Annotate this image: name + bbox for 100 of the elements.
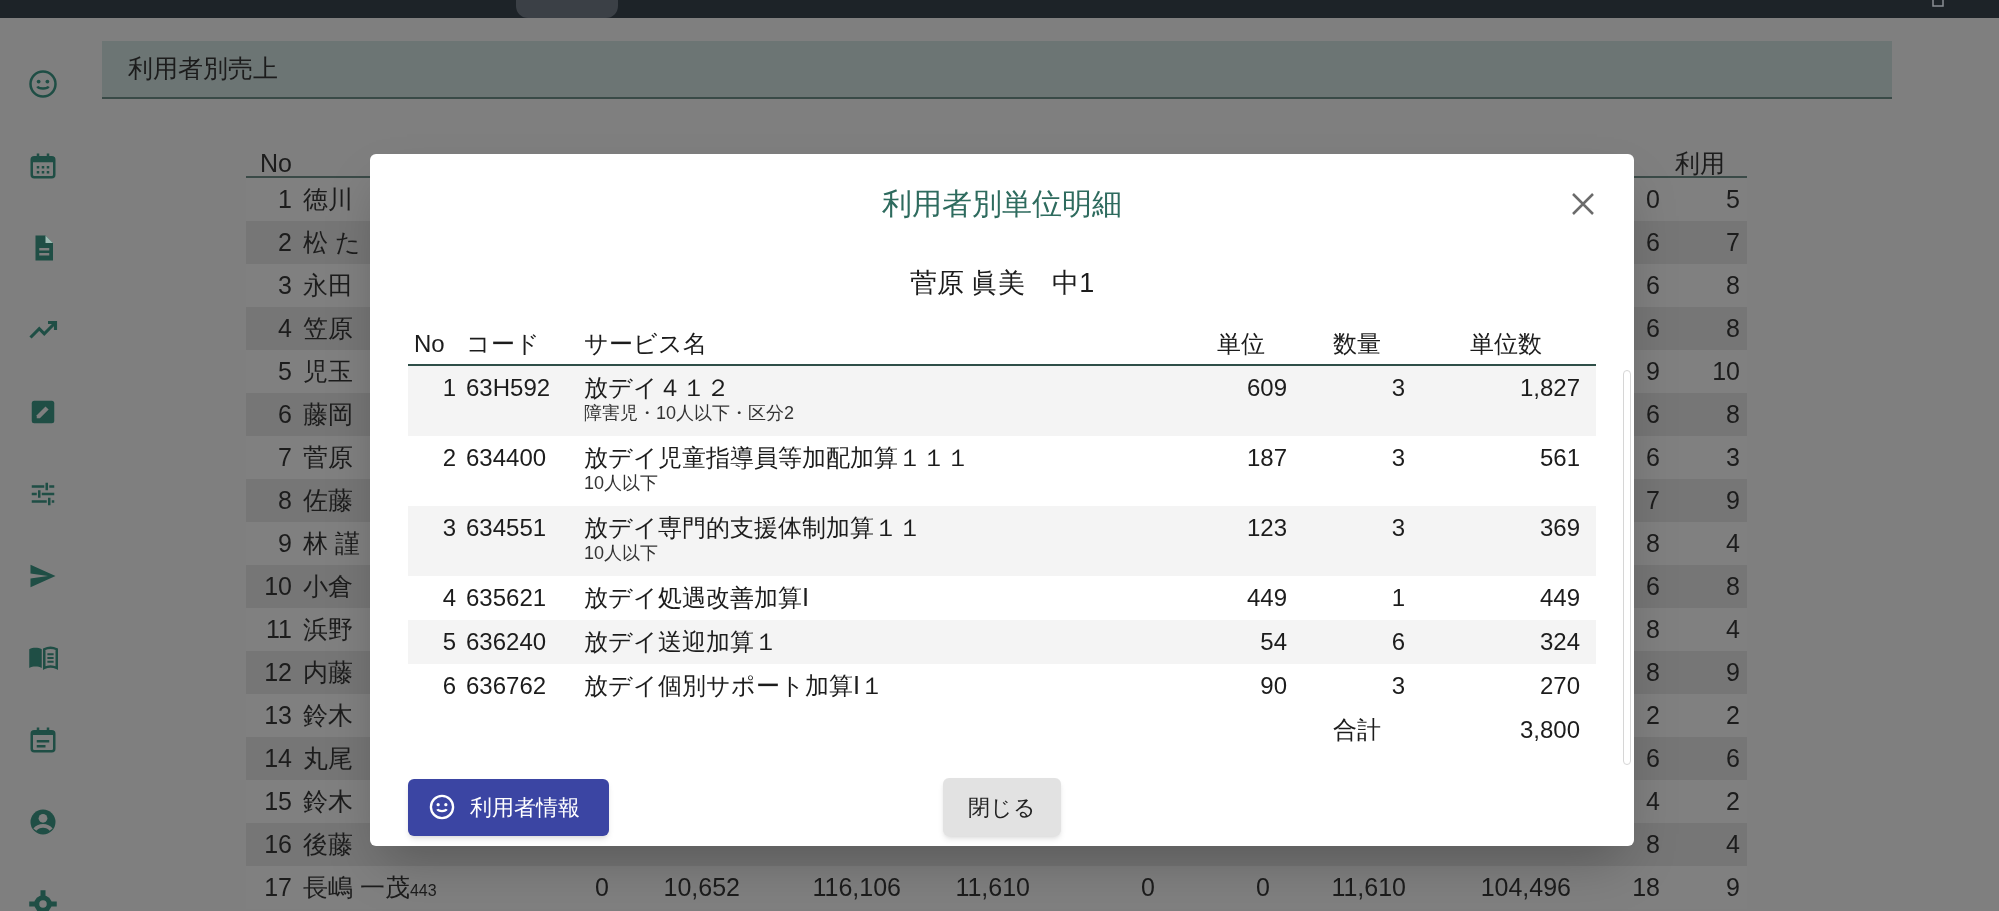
table-cell-text: 0	[1646, 183, 1660, 215]
total-label: 合計	[1332, 714, 1382, 745]
table-cell-text: 藤岡	[303, 398, 353, 430]
table-cell-text: 12	[264, 656, 292, 688]
column-header: 単位	[1216, 329, 1266, 359]
table-cell-text: 長嶋 一茂443	[303, 871, 437, 903]
table-cell-text: 449	[1245, 584, 1288, 612]
table-cell-text: 5	[1726, 183, 1740, 215]
table-cell-text: 636762	[465, 672, 548, 700]
service-name: 放デイ処遇改善加算Ⅰ	[584, 584, 810, 612]
table-cell-text: 634400	[465, 444, 548, 472]
table-cell-text: 鈴木	[303, 785, 353, 817]
table-cell-text: 4	[441, 584, 456, 612]
service-note: 障害児・10人以下・区分2	[584, 402, 796, 424]
table-cell-text: 丸尾	[303, 742, 353, 774]
table-cell-text: 6	[441, 672, 456, 700]
table-cell-text: 6	[1646, 269, 1660, 301]
table-cell-text: 324	[1538, 628, 1581, 656]
table-cell-text: 8	[1646, 656, 1660, 688]
table-cell-text: 9	[1726, 656, 1740, 688]
table-cell-text: 6	[1646, 312, 1660, 344]
table-cell-text: 7	[278, 441, 292, 473]
gear-icon[interactable]	[28, 889, 58, 911]
table-cell-text: 鈴木	[303, 699, 353, 731]
table-cell-text: 609	[1245, 374, 1288, 402]
table-cell-text: 松 た	[303, 226, 361, 258]
table-cell-text: 116,106	[812, 871, 901, 903]
table-cell-text: 9	[1726, 484, 1740, 516]
table-cell-text: 3	[1390, 444, 1406, 472]
calendar-icon[interactable]	[28, 151, 58, 181]
table-cell-text: 104,496	[1480, 871, 1571, 903]
table-cell-text: 8	[1646, 828, 1660, 860]
service-note: 10人以下	[584, 472, 660, 494]
book-icon[interactable]	[28, 643, 58, 673]
table-cell-text: 11	[266, 613, 292, 645]
table-cell-text: 9	[1726, 871, 1740, 903]
table-cell-text: 6	[1646, 742, 1660, 774]
table-cell-text: 561	[1538, 444, 1581, 472]
table-cell-text: 2	[1726, 785, 1740, 817]
table-cell-text: 90	[1259, 672, 1288, 700]
table-cell-text: 5	[441, 628, 456, 656]
table-cell-text: 18	[1632, 871, 1660, 903]
table-cell-text: 2	[1646, 699, 1660, 731]
dialog-title: 利用者別単位明細	[882, 186, 1122, 222]
column-header: 数量	[1332, 329, 1382, 359]
table-cell-text: 123	[1245, 514, 1288, 542]
table-cell-text: 笠原	[303, 312, 353, 344]
table-cell-text: 3	[1390, 374, 1406, 402]
table-cell-text: 6	[1646, 570, 1660, 602]
table-cell-text: 449	[1538, 584, 1581, 612]
event-icon[interactable]	[28, 725, 58, 755]
table-cell-text: 8	[1646, 613, 1660, 645]
table-cell-text: 菅原	[303, 441, 353, 473]
table-cell-text: 8	[278, 484, 292, 516]
table-cell-text: 11,610	[955, 871, 1030, 903]
table-cell-text: 2	[441, 444, 456, 472]
table-cell-text: 浜野	[303, 613, 353, 645]
table-cell-text: 4	[1726, 828, 1740, 860]
table-cell-text: 0	[595, 871, 609, 903]
table-cell-text: 14	[264, 742, 292, 774]
table-cell-text: 635621	[465, 584, 548, 612]
table-cell-text: 0	[1141, 871, 1155, 903]
page-title: 利用者別売上	[128, 53, 278, 85]
table-cell-text: 6	[1646, 398, 1660, 430]
table-cell-text: 2	[1726, 699, 1740, 731]
close-icon[interactable]	[1570, 191, 1596, 217]
smiley-icon	[428, 793, 456, 821]
table-cell-text: 54	[1259, 628, 1288, 656]
column-header: 単位数	[1469, 329, 1543, 359]
table-cell-text: 6	[1646, 441, 1660, 473]
table-cell-text: 3	[1390, 514, 1406, 542]
table-cell-text: 16	[264, 828, 292, 860]
table-cell-text: 徳川	[303, 183, 353, 215]
table-cell-text: 永田	[303, 269, 353, 301]
account-icon[interactable]	[28, 807, 58, 837]
table-cell-text: 10,652	[663, 871, 740, 903]
column-header: 利用	[1675, 148, 1725, 179]
close-button[interactable]: 閉じる	[943, 778, 1061, 836]
table-cell-text: 内藤	[303, 656, 353, 688]
service-name: 放デイ送迎加算１	[584, 628, 779, 656]
column-header: コード	[465, 329, 541, 359]
person-name: 菅原 眞美 中1	[908, 267, 1096, 300]
table-cell-text: 634551	[465, 514, 548, 542]
table-cell-text: 7	[1726, 226, 1740, 258]
user-info-button[interactable]: 利用者情報	[408, 778, 609, 836]
column-header: No	[413, 329, 446, 359]
table-cell-text: 9	[1646, 355, 1660, 387]
column-header: No	[260, 148, 292, 179]
service-name: 放デイ専門的支援体制加算１１	[584, 514, 923, 542]
table-cell-text: 佐藤	[303, 484, 353, 516]
table-cell-text: 270	[1538, 672, 1581, 700]
table-cell-text: 369	[1538, 514, 1581, 542]
service-name: 放デイ４１２	[584, 374, 731, 402]
table-cell-text: 187	[1245, 444, 1288, 472]
table-cell-text: 9	[278, 527, 292, 559]
table-cell-text: 4	[1726, 527, 1740, 559]
table-cell-text: 4	[278, 312, 292, 344]
table-cell-text: 8	[1726, 570, 1740, 602]
table-cell-text: 4	[1646, 785, 1660, 817]
smiley-icon[interactable]	[28, 69, 58, 99]
